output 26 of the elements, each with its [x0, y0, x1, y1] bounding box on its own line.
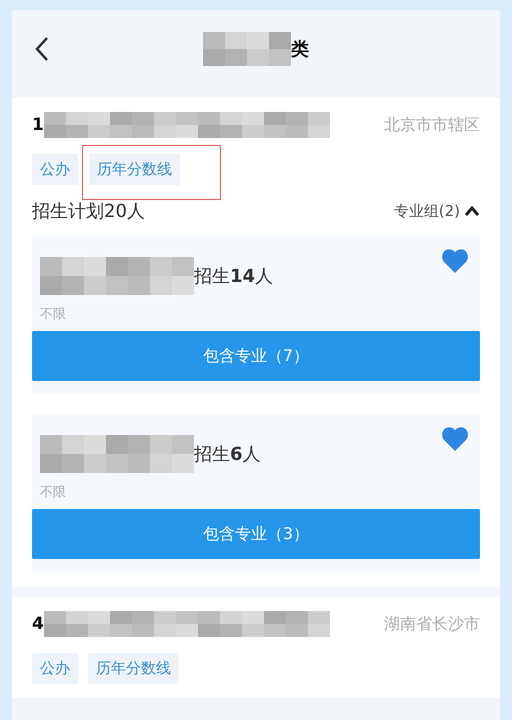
page-title: 类: [291, 38, 309, 61]
pixelated-redaction-icon: [44, 112, 330, 138]
enrollment-count: 招生14人: [194, 265, 274, 288]
majors-button[interactable]: 包含专业（7）: [32, 331, 480, 381]
heart-icon[interactable]: [442, 249, 468, 273]
school-location: 北京市市辖区: [384, 114, 480, 136]
enrollment-count: 招生6人: [194, 443, 261, 466]
school-tag: 历年分数线: [88, 653, 179, 684]
pixelated-redaction-icon: [40, 257, 194, 295]
school-tag: 公办: [32, 653, 78, 684]
major-group-toggle[interactable]: 专业组(2): [394, 202, 480, 220]
enrollment-plan: 招生计划20人: [32, 200, 145, 223]
school-tag: 历年分数线: [89, 154, 180, 185]
back-icon[interactable]: [34, 36, 50, 62]
limit-text: 不限: [40, 484, 67, 501]
limit-text: 不限: [40, 306, 67, 323]
school-code: 1: [32, 115, 44, 135]
pixelated-redaction-icon: [203, 32, 291, 66]
pixelated-redaction-icon: [40, 435, 194, 473]
heart-icon[interactable]: [442, 427, 468, 451]
school-tag: 公办: [32, 154, 78, 185]
chevron-icon: [464, 205, 480, 217]
pixelated-redaction-icon: [44, 611, 330, 637]
majors-button[interactable]: 包含专业（3）: [32, 509, 480, 559]
school-code: 4: [32, 614, 44, 634]
school-location: 湖南省长沙市: [384, 614, 480, 634]
